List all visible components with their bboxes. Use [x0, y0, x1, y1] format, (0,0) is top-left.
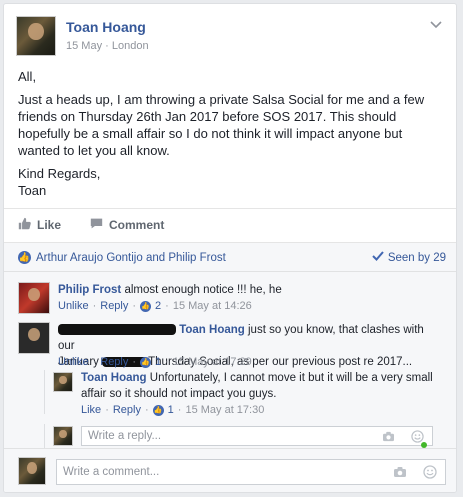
my-avatar: [18, 457, 46, 485]
like-icon: [18, 217, 31, 233]
author-avatar[interactable]: [16, 16, 56, 56]
comment-icon: [90, 217, 103, 233]
meta-separator: ·: [105, 404, 109, 416]
comment-button[interactable]: Comment: [90, 217, 164, 233]
like-button[interactable]: Like: [18, 217, 61, 233]
thumbs-up-icon: 👍: [140, 300, 152, 312]
comment-like-count[interactable]: 1: [155, 356, 161, 368]
post-paragraph: Toan: [18, 183, 47, 198]
emoji-icon[interactable]: [423, 465, 437, 482]
comment-input[interactable]: Write a comment...: [56, 459, 446, 485]
comment-placeholder: Write a comment...: [63, 466, 160, 478]
comment-body: almost enough notice !!! he, he: [124, 284, 282, 296]
like-label: Like: [37, 218, 62, 232]
unlike-button[interactable]: Unlike: [58, 356, 89, 368]
meta-separator: ·: [132, 300, 137, 312]
reactions-bar: 👍 Arthur Araujo Gontijo and Philip Frost…: [4, 242, 456, 272]
meta-separator: ·: [165, 356, 169, 368]
post-date[interactable]: 15 May: [66, 40, 102, 52]
thumbs-up-icon: 👍: [152, 404, 164, 416]
author-name[interactable]: Toan Hoang: [66, 19, 146, 35]
camera-icon[interactable]: [393, 466, 407, 481]
reply-composer: Write a reply...: [44, 424, 439, 448]
seen-by-text: Seen by 29: [387, 251, 446, 264]
meta-separator: ·: [165, 300, 169, 312]
meta-separator: ·: [92, 356, 97, 368]
replier-name[interactable]: Toan Hoang: [81, 372, 147, 384]
reply-meta: Like · Reply · 👍 1 · 15 May at 17:30: [81, 404, 264, 416]
comment-item: Toan Hoang just so you know, that clashe…: [18, 322, 438, 368]
post-location[interactable]: London: [112, 40, 149, 52]
post-paragraph: Just a heads up, I am throwing a private…: [18, 92, 425, 158]
thumbs-up-icon: 👍: [18, 251, 31, 264]
meta-separator: ·: [177, 404, 182, 416]
comment-box-icons: [393, 465, 437, 482]
comment-like-count[interactable]: 2: [155, 300, 161, 312]
reply-text: Toan Hoang Unfortunately, I cannot move …: [81, 370, 433, 402]
post-paragraph: Kind Regards,: [18, 166, 101, 181]
checkmark-icon: [372, 251, 384, 264]
unlike-button[interactable]: Unlike: [58, 300, 89, 312]
comment-composer: Write a comment...: [4, 448, 456, 492]
thumbs-up-icon: 👍: [140, 356, 152, 368]
comment-meta: Unlike · Reply · 👍 1 · 15 May at 17:29: [58, 356, 252, 368]
replier-avatar[interactable]: [53, 372, 73, 392]
emoji-icon[interactable]: [411, 430, 427, 448]
comment-label: Comment: [109, 218, 165, 232]
meta-separator: ·: [92, 300, 97, 312]
commenter-avatar[interactable]: [18, 322, 50, 354]
comment-item: Philip Frost almost enough notice !!! he…: [18, 282, 438, 314]
meta-separator: ·: [132, 356, 137, 368]
post-body: All, Just a heads up, I am throwing a pr…: [18, 68, 443, 205]
comments-section: Philip Frost almost enough notice !!! he…: [4, 272, 456, 448]
reply-body-b: affair so it should not impact you guys.: [81, 388, 277, 400]
comment-time[interactable]: 15 May at 17:29: [173, 356, 252, 368]
reply-input[interactable]: Write a reply...: [81, 426, 433, 448]
post-actions: Like Comment: [4, 208, 456, 238]
camera-icon[interactable]: [382, 431, 395, 445]
reply-button[interactable]: Reply: [100, 300, 128, 312]
reply-like-count[interactable]: 1: [168, 404, 174, 416]
commenter-name[interactable]: Philip Frost: [58, 284, 121, 296]
reply-time[interactable]: 15 May at 17:30: [185, 404, 264, 416]
my-avatar: [53, 426, 73, 446]
seen-by[interactable]: Seen by 29: [372, 251, 446, 264]
reply-box-icons: [382, 430, 427, 448]
reply-button[interactable]: Reply: [113, 404, 141, 416]
reply-body-a: Unfortunately, I cannot move it but it w…: [149, 372, 433, 384]
meta-separator: ·: [105, 40, 109, 52]
redacted-name: [58, 324, 176, 336]
like-button[interactable]: Like: [81, 404, 101, 416]
reply-placeholder: Write a reply...: [88, 430, 162, 442]
post-paragraph: All,: [18, 69, 37, 84]
comment-text: Philip Frost almost enough notice !!! he…: [58, 282, 282, 298]
post-header: Toan Hoang 15 May · London: [16, 16, 446, 58]
post-card: Toan Hoang 15 May · London All, Just a h…: [3, 3, 457, 493]
mention-link[interactable]: Toan Hoang: [179, 324, 245, 336]
reply-button[interactable]: Reply: [100, 356, 128, 368]
reply-item: Toan Hoang Unfortunately, I cannot move …: [44, 370, 439, 416]
reaction-names[interactable]: 👍 Arthur Araujo Gontijo and Philip Frost: [18, 251, 226, 264]
comment-meta: Unlike · Reply · 👍 2 · 15 May at 14:26: [58, 300, 252, 312]
comment-time[interactable]: 15 May at 14:26: [173, 300, 252, 312]
chevron-down-icon[interactable]: [430, 18, 442, 32]
commenter-avatar[interactable]: [18, 282, 50, 314]
meta-separator: ·: [144, 404, 149, 416]
post-meta: 15 May · London: [66, 40, 149, 52]
reaction-names-text: Arthur Araujo Gontijo and Philip Frost: [36, 251, 226, 264]
